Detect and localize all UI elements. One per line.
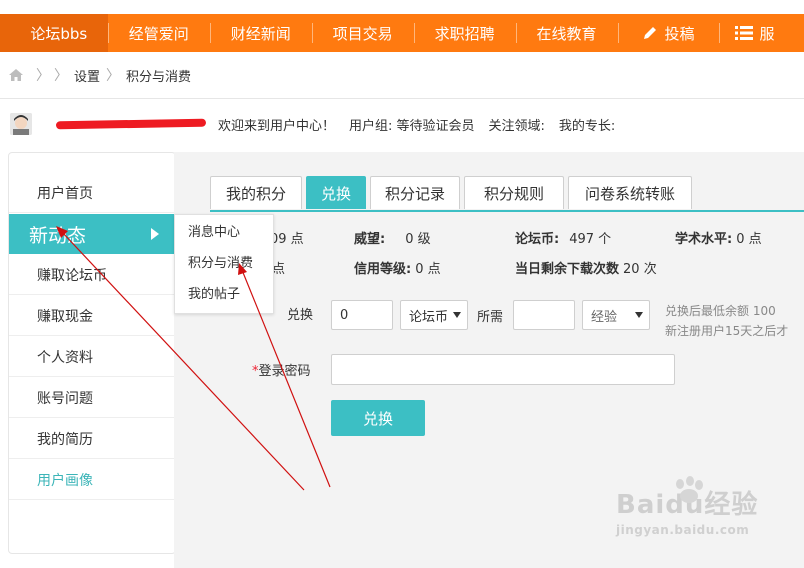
tab-points-log[interactable]: 积分记录	[370, 176, 460, 209]
sidebar-item-portrait[interactable]: 用户画像	[9, 460, 175, 500]
tab-points-rules[interactable]: 积分规则	[464, 176, 564, 209]
tab-bar: 我的积分 兑换 积分记录 积分规则 问卷系统转账	[210, 176, 696, 210]
nav-edge	[0, 14, 10, 52]
sidebar-item-label: 新动态	[29, 224, 87, 247]
sidebar-item-earn-coins[interactable]: 赚取论坛币	[9, 255, 175, 295]
chevron-right-icon: 〉	[106, 68, 121, 84]
stat-label: 当日剩余下载次数	[515, 262, 620, 277]
sidebar-item-account[interactable]: 账号问题	[9, 378, 175, 418]
pencil-icon	[644, 27, 657, 39]
watermark-sub: jingyan.baidu.com	[616, 523, 750, 537]
nav-item-post[interactable]: 投稿	[617, 14, 720, 52]
watermark: Baidu经验 jingyan.baidu.com	[616, 476, 758, 537]
exchange-label: 兑换	[287, 308, 314, 323]
welcome-text: 欢迎来到用户中心！	[218, 118, 336, 134]
sidebar-item-home[interactable]: 用户首页	[9, 173, 175, 213]
currency-to-select[interactable]: 经验	[582, 300, 650, 330]
stat-value: 0 点	[736, 232, 762, 247]
stat-value: 0 点	[415, 262, 441, 277]
stat-value: 20 次	[623, 262, 657, 277]
stat-value: 497 个	[569, 232, 612, 247]
need-label: 所需	[477, 310, 504, 325]
sidebar: 用户首页 新动态 赚取论坛币 赚取现金 个人资料 账号问题 我的简历 用户画像	[8, 152, 176, 554]
password-label-text: 登录密码	[258, 364, 311, 379]
user-bar: 欢迎来到用户中心！ 用户组: 等待验证会员 关注领域: 我的专长:	[0, 108, 804, 140]
submenu-item-points[interactable]: 积分与消费	[175, 246, 273, 277]
hint-new-users: 新注册用户15天之后才	[665, 324, 789, 338]
caret-down-icon	[453, 312, 461, 318]
stat-label: 论坛币:	[515, 232, 560, 247]
list-icon	[735, 26, 754, 40]
breadcrumb-points[interactable]: 积分与消费	[126, 66, 191, 85]
caret-down-icon	[635, 312, 643, 318]
tab-my-points[interactable]: 我的积分	[210, 176, 302, 209]
tab-underline	[210, 210, 804, 212]
sidebar-item-resume[interactable]: 我的简历	[9, 419, 175, 459]
submit-exchange-button[interactable]: 兑换	[331, 400, 425, 436]
paw-icon	[676, 476, 703, 503]
stat-prestige: 威望: 0 级	[354, 228, 431, 247]
currency-from-select[interactable]: 论坛币	[400, 300, 468, 330]
breadcrumb-settings[interactable]: 设置	[74, 66, 100, 85]
avatar[interactable]	[10, 113, 32, 135]
chevron-right-icon: 〉	[54, 68, 68, 84]
user-skill: 我的专长:	[558, 118, 616, 134]
sidebar-item-news[interactable]: 新动态	[9, 214, 175, 254]
nav-item-education[interactable]: 在线教育	[515, 14, 618, 52]
submenu-item-messages[interactable]: 消息中心	[175, 215, 273, 246]
tab-survey-transfer[interactable]: 问卷系统转账	[568, 176, 692, 209]
nav-item-trade[interactable]: 项目交易	[311, 14, 414, 52]
sidebar-item-earn-cash[interactable]: 赚取现金	[9, 296, 175, 336]
redacted-username	[55, 118, 207, 130]
tab-exchange[interactable]: 兑换	[306, 176, 366, 209]
sidebar-item-profile[interactable]: 个人资料	[9, 337, 175, 377]
chevron-right-icon: 〉	[36, 68, 50, 84]
home-icon[interactable]	[8, 68, 24, 82]
post-label: 投稿	[664, 24, 695, 43]
hint-min-balance: 兑换后最低余额 100	[665, 304, 776, 318]
top-nav: 论坛bbs 经管爱问 财经新闻 项目交易 求职招聘 在线教育 投稿 服	[0, 14, 804, 52]
stat-credit: 信用等级: 0 点	[354, 258, 441, 277]
caret-right-icon	[151, 228, 159, 240]
stat-downloads: 当日剩余下载次数 20 次	[515, 258, 657, 277]
stat-value: 0 级	[405, 232, 431, 247]
breadcrumb: 〉 〉 设置 〉 积分与消费	[0, 52, 804, 99]
submenu-item-posts[interactable]: 我的帖子	[175, 277, 273, 308]
user-field: 关注领域:	[488, 118, 545, 134]
nav-item-jobs[interactable]: 求职招聘	[413, 14, 516, 52]
select-value: 论坛币	[409, 309, 449, 325]
nav-item-news[interactable]: 财经新闻	[209, 14, 312, 52]
submenu-popup: 消息中心 积分与消费 我的帖子	[174, 214, 274, 314]
password-input[interactable]	[331, 354, 675, 385]
password-label: *登录密码	[252, 360, 311, 379]
stat-coins: 论坛币: 497 个	[515, 228, 611, 247]
nav-item-more[interactable]: 服	[719, 14, 804, 52]
user-group: 用户组: 等待验证会员	[349, 118, 475, 134]
stat-partial-1: 09 点	[270, 232, 304, 247]
stat-label: 威望:	[354, 232, 386, 247]
stat-academic: 学术水平: 0 点	[675, 228, 762, 247]
need-input[interactable]	[513, 300, 575, 330]
stat-label: 信用等级:	[354, 262, 412, 277]
more-label: 服	[759, 24, 775, 43]
stat-label: 学术水平:	[675, 232, 733, 247]
nav-brand[interactable]: 论坛bbs	[9, 14, 108, 52]
amount-input[interactable]: 0	[331, 300, 393, 330]
select-value: 经验	[591, 309, 618, 325]
nav-item-jingguan[interactable]: 经管爱问	[107, 14, 210, 52]
avatar-image	[10, 113, 32, 135]
